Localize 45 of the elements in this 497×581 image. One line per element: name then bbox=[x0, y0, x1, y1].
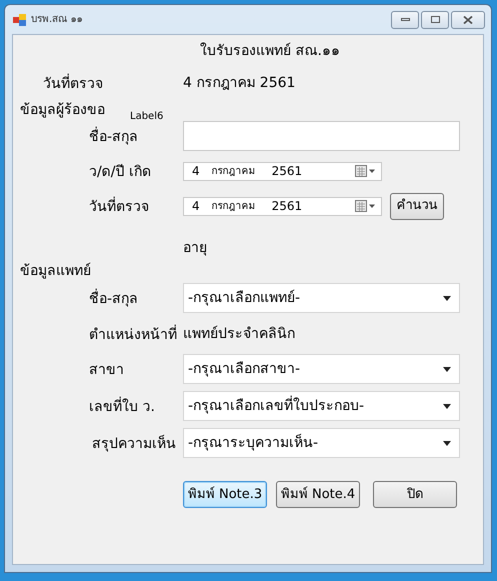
minimize-button[interactable] bbox=[391, 10, 419, 28]
position-value: แพทย์ประจำคลินิก bbox=[183, 324, 295, 344]
date-picker[interactable]: 4 กรกฎาคม 2561 bbox=[183, 162, 382, 180]
dropdown-field[interactable]: -กรุณาเลือกสาขา- bbox=[183, 354, 460, 384]
dropdown-field[interactable]: -กรุณาเลือกเลขที่ใบประกอบ- bbox=[183, 391, 460, 421]
field-label: สาขา bbox=[89, 362, 124, 378]
section-heading: ข้อมูลผู้ร้องขอ bbox=[20, 102, 105, 118]
action-button[interactable]: พิมพ์ Note.3 bbox=[183, 481, 267, 508]
age-label: อายุ bbox=[183, 238, 207, 258]
maximize-button[interactable] bbox=[421, 10, 449, 28]
close-button[interactable] bbox=[451, 10, 485, 28]
field-label: สรุปความเห็น bbox=[92, 436, 176, 452]
date-month: กรกฎาคม bbox=[212, 164, 256, 178]
field-label: ชื่อ-สกุล bbox=[89, 291, 138, 307]
calendar-dropdown-icon[interactable] bbox=[355, 165, 377, 177]
action-button[interactable]: ปิด bbox=[373, 481, 457, 508]
dropdown-arrow-icon bbox=[443, 366, 451, 372]
dropdown-field[interactable]: -กรุณาเลือกแพทย์- bbox=[183, 283, 460, 313]
dropdown-arrow-icon bbox=[443, 296, 451, 300]
date-month: กรกฎาคม bbox=[212, 200, 256, 214]
close-icon bbox=[463, 16, 473, 24]
date-year: 2561 bbox=[272, 163, 302, 180]
field-label: ชื่อ-สกุล bbox=[89, 129, 138, 145]
dropdown-arrow-icon bbox=[443, 440, 451, 446]
name-input[interactable] bbox=[183, 121, 460, 151]
placeholder-label: Label6 bbox=[130, 110, 164, 124]
dropdown-arrow-icon bbox=[443, 404, 451, 408]
date-picker[interactable]: 4 กรกฎาคม 2561 bbox=[183, 196, 382, 216]
window-title: บรพ.สณ ๑๑ bbox=[31, 13, 84, 27]
date-year: 2561 bbox=[272, 198, 302, 215]
field-label: ตำแหน่งหน้าที่ bbox=[89, 327, 177, 343]
exam-date-value: 4 กรกฎาคม 2561 bbox=[183, 74, 296, 92]
calculate-button[interactable]: คำนวน bbox=[390, 192, 444, 220]
field-label: วันที่ตรวจ bbox=[89, 199, 149, 215]
field-label: เลขที่ใบ ว. bbox=[89, 399, 155, 415]
section-heading: ข้อมูลแพทย์ bbox=[20, 262, 91, 281]
date-day: 4 bbox=[192, 197, 200, 215]
form-title: ใบรับรองแพทย์ สณ.๑๑ bbox=[200, 42, 340, 60]
action-button[interactable]: พิมพ์ Note.4 bbox=[276, 481, 360, 508]
dropdown-field[interactable]: -กรุณาระบุความเห็น- bbox=[183, 428, 460, 458]
calendar-dropdown-icon[interactable] bbox=[355, 200, 377, 212]
field-label: วันที่ตรวจ bbox=[43, 76, 103, 92]
field-label: ว/ด/ปี เกิด bbox=[89, 164, 151, 180]
app-icon bbox=[13, 14, 27, 26]
date-day: 4 bbox=[192, 162, 200, 180]
